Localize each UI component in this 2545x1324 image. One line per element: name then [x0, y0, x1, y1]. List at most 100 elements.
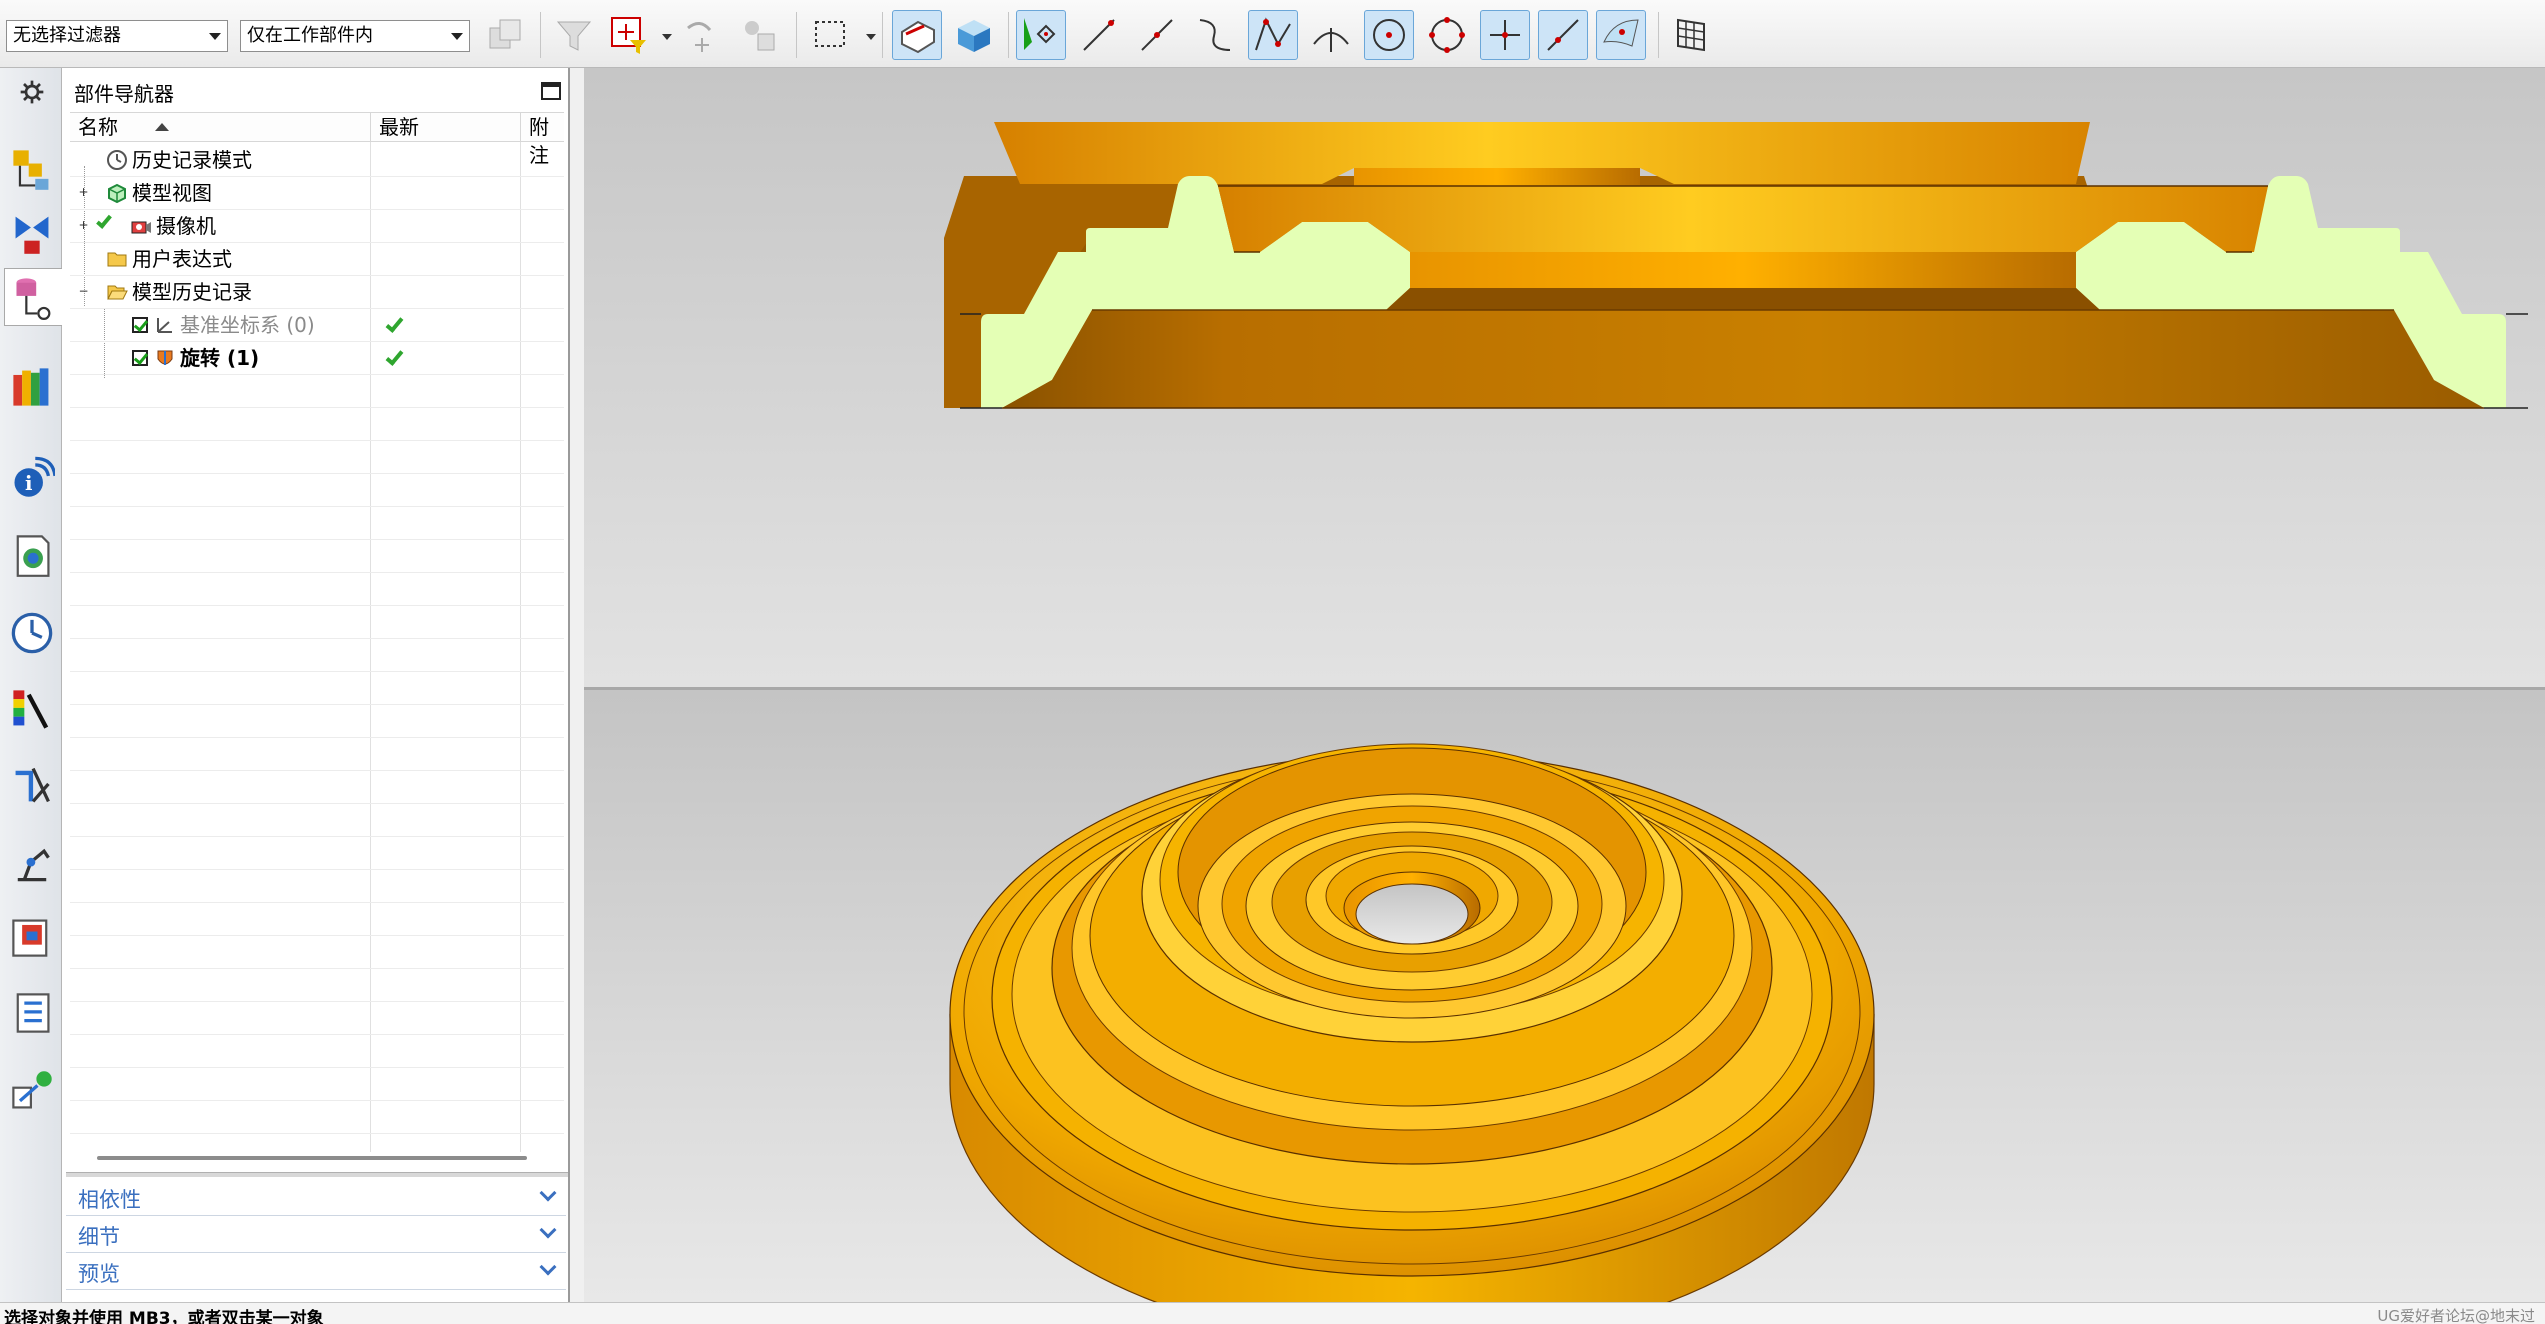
- shaded-view-button[interactable]: [948, 10, 998, 60]
- empty-tree-row: [70, 870, 564, 903]
- resource-tab-manufacturing-wizards[interactable]: [6, 832, 58, 890]
- existing-point-button[interactable]: [1480, 10, 1530, 60]
- checkbox[interactable]: [132, 350, 148, 366]
- empty-tree-row: [70, 672, 564, 705]
- grid-icon: [1677, 18, 1705, 52]
- point-on-curve-button[interactable]: [1538, 10, 1588, 60]
- resource-tab-process-studio[interactable]: [6, 756, 58, 814]
- model-views-icon: [108, 183, 126, 204]
- tree-row[interactable]: + 模型视图: [70, 177, 564, 210]
- resource-tab-web-browser[interactable]: i: [6, 448, 58, 506]
- camera-icon: [131, 221, 151, 234]
- end-point-button[interactable]: [1074, 10, 1124, 60]
- chevron-down-icon: [451, 33, 463, 40]
- gear-icon: [20, 80, 44, 104]
- chevron-down-icon: [539, 1258, 557, 1276]
- folder-open-icon: [107, 285, 128, 300]
- control-point-button[interactable]: [1190, 10, 1240, 60]
- status-bar: 选择对象并使用 MB3，或者双击某一对象 UG爱好者论坛@地末过: [0, 1302, 2545, 1324]
- tree-row[interactable]: 历史记录模式: [70, 144, 564, 177]
- tree-label: 模型视图: [132, 181, 212, 205]
- shaded-with-edges-button[interactable]: [892, 10, 942, 60]
- collapse-icon[interactable]: −: [78, 285, 89, 297]
- tree-row[interactable]: 用户表达式: [70, 243, 564, 276]
- rectangle-select-button[interactable]: [806, 10, 856, 60]
- snap-filter-icon: [611, 17, 646, 54]
- point-on-face-icon: [1603, 19, 1639, 47]
- viewport-canvas[interactable]: [584, 68, 2545, 1302]
- preview-panel-header[interactable]: 预览: [66, 1254, 566, 1290]
- maximize-icon[interactable]: [541, 82, 561, 100]
- grid-button[interactable]: [1666, 10, 1716, 60]
- curve-point-icon: [1199, 19, 1231, 51]
- empty-tree-row: [70, 375, 564, 408]
- resource-tab-system-scenes[interactable]: [6, 984, 58, 1042]
- expand-icon[interactable]: +: [78, 219, 89, 231]
- graphics-window[interactable]: [584, 68, 2545, 1302]
- quadrant-point-button[interactable]: [1422, 10, 1472, 60]
- funnel-icon: [556, 21, 592, 51]
- empty-tree-row: [70, 1068, 564, 1101]
- undo-arrow-icon: [687, 22, 712, 52]
- tree-row[interactable]: − 模型历史记录: [70, 276, 564, 309]
- resource-tab-visualization[interactable]: [6, 680, 58, 738]
- assembly-filter-icon: [489, 19, 521, 49]
- snap-enable-button[interactable]: [1016, 10, 1066, 60]
- history-palette-icon: [16, 535, 50, 577]
- isometric-view-part: [949, 743, 1875, 1302]
- assembly-filter-button[interactable]: [480, 10, 530, 60]
- tree-row[interactable]: + 摄像机: [70, 210, 564, 243]
- resource-bar: i: [0, 68, 62, 1302]
- selection-scope-dropdown[interactable]: 仅在工作部件内: [240, 20, 470, 52]
- empty-tree-row: [70, 705, 564, 738]
- empty-tree-row: [70, 474, 564, 507]
- resource-tab-constraint-navigator[interactable]: [6, 204, 58, 262]
- process-studio-icon: [15, 767, 50, 803]
- snap-filter-button[interactable]: [604, 10, 654, 60]
- mid-point-button[interactable]: [1132, 10, 1182, 60]
- circle-center-button[interactable]: [1364, 10, 1414, 60]
- deselect-all-button[interactable]: [734, 10, 784, 60]
- panel-label: 预览: [78, 1262, 120, 1286]
- checkbox[interactable]: [132, 317, 148, 333]
- panel-splitter[interactable]: [66, 1172, 568, 1177]
- dependencies-panel-header[interactable]: 相依性: [66, 1180, 566, 1216]
- empty-tree-row: [70, 573, 564, 606]
- resource-tab-part-navigator[interactable]: [4, 268, 62, 326]
- existing-point-icon: [1490, 20, 1520, 50]
- resource-bar-settings[interactable]: [6, 72, 58, 112]
- details-panel-header[interactable]: 细节: [66, 1217, 566, 1253]
- resource-tab-clock[interactable]: [6, 604, 58, 662]
- arc-center-button[interactable]: [1306, 10, 1356, 60]
- intersection-point-button[interactable]: [1248, 10, 1298, 60]
- point-on-curve-icon: [1547, 19, 1579, 51]
- resource-tab-history[interactable]: [6, 526, 58, 584]
- sort-ascending-icon: [155, 123, 169, 131]
- column-header-name[interactable]: 名称: [70, 113, 370, 143]
- expand-icon[interactable]: +: [78, 186, 89, 198]
- resource-tab-roles[interactable]: [6, 908, 58, 966]
- horizontal-scrollbar[interactable]: [97, 1156, 527, 1160]
- point-on-face-button[interactable]: [1596, 10, 1646, 60]
- list-document-icon: [16, 993, 50, 1033]
- tree-row[interactable]: 旋转 (1): [70, 342, 564, 375]
- select-filter-button[interactable]: [550, 10, 600, 60]
- column-header-uptodate[interactable]: 最新: [370, 113, 520, 143]
- type-filter-dropdown[interactable]: 无选择过滤器: [6, 20, 228, 52]
- undo-select-button[interactable]: [676, 10, 726, 60]
- empty-tree-row: [70, 936, 564, 969]
- tree-row[interactable]: 基准坐标系 (0): [70, 309, 564, 342]
- empty-tree-row: [70, 969, 564, 1002]
- hd3d-tools-icon: [12, 1071, 52, 1109]
- tree-label: 历史记录模式: [132, 148, 252, 172]
- column-header-notes[interactable]: 附注: [520, 113, 564, 167]
- shaded-edges-icon: [901, 20, 935, 54]
- clock-icon: [107, 150, 127, 170]
- resource-tab-assembly-navigator[interactable]: [6, 140, 58, 198]
- chevron-down-icon: [539, 1184, 557, 1202]
- selection-toolbar: 无选择过滤器 仅在工作部件内: [0, 0, 2545, 68]
- resource-tab-reuse-library[interactable]: [6, 358, 58, 416]
- up-to-date-checkmark-icon: [385, 347, 404, 366]
- shaded-cube-icon: [958, 20, 990, 52]
- resource-tab-hd3d-tools[interactable]: [6, 1062, 58, 1120]
